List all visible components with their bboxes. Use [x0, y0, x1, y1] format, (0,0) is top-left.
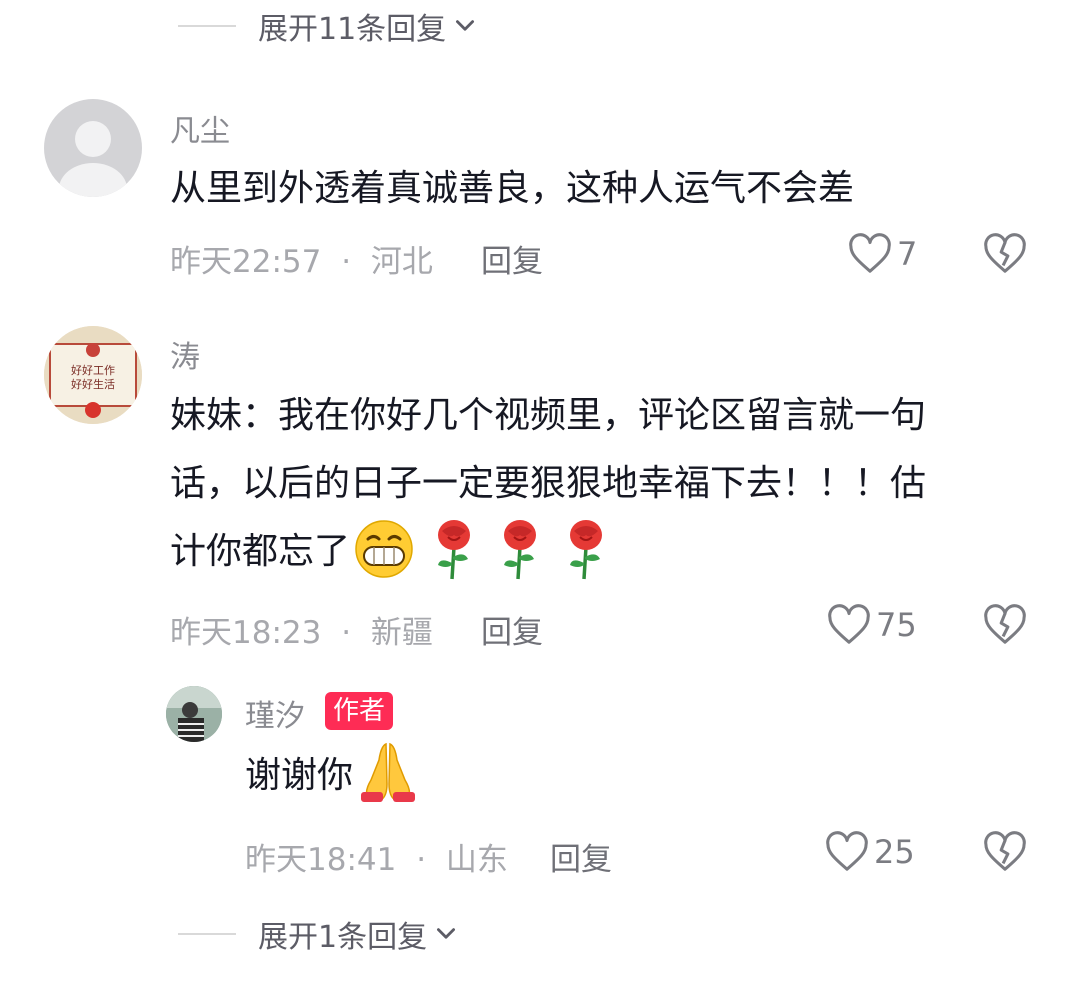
expand-replies-bottom[interactable]: 展开1条回复	[178, 912, 459, 956]
reply-button[interactable]: 回复	[550, 834, 612, 879]
like-button[interactable]: 75	[826, 604, 917, 646]
rose-emoji	[438, 520, 471, 580]
comment-text: 从里到外透着真诚善良，这种人运气不会差	[170, 168, 855, 209]
reply-button[interactable]: 回复	[481, 236, 543, 281]
meta-separator: ·	[341, 244, 352, 280]
comment-text-line: 话，以后的日子一定要狠狠地幸福下去！！！估	[170, 463, 927, 504]
heart-icon	[828, 604, 870, 644]
avatar-image	[166, 686, 222, 742]
avatar-text-line-1: 好好工作	[71, 363, 115, 377]
like-button[interactable]: 25	[824, 831, 915, 873]
username[interactable]: 凡尘	[170, 106, 230, 150]
reply-text: 谢谢你	[245, 742, 421, 810]
comment-text-segment: 计你都忘了	[170, 531, 351, 572]
praying-hands-emoji	[361, 742, 416, 802]
comment-text-line: 计你都忘了	[170, 518, 1050, 586]
avatar-image: 好好工作 好好生活	[44, 326, 142, 424]
expand-replies-label: 展开1条回复	[258, 920, 428, 955]
like-button[interactable]: 7	[847, 233, 917, 275]
avatar-author[interactable]	[166, 686, 222, 742]
author-badge: 作者	[325, 692, 394, 730]
divider-line	[178, 25, 236, 27]
like-count: 75	[876, 606, 917, 644]
dislike-button[interactable]	[982, 233, 1028, 279]
username[interactable]: 涛	[170, 332, 200, 376]
reply-button[interactable]: 回复	[481, 607, 543, 652]
reply-meta: 昨天18:41 · 山东	[245, 834, 508, 879]
meta-separator: ·	[416, 842, 427, 878]
chevron-down-icon	[456, 20, 475, 31]
comment-text-line: 妹妹：我在你好几个视频里，评论区留言就一句	[170, 395, 927, 436]
reply-location: 山东	[445, 842, 508, 878]
comment-meta: 昨天22:57 · 河北	[170, 236, 433, 281]
avatar-text-line-2: 好好生活	[71, 377, 115, 391]
default-avatar-icon	[59, 121, 127, 197]
avatar-default[interactable]	[44, 99, 142, 197]
broken-heart-icon	[984, 831, 1026, 871]
broken-heart-icon	[984, 233, 1026, 273]
comment-time: 昨天18:23	[170, 615, 322, 651]
like-count: 7	[897, 235, 918, 273]
expand-replies-label: 展开11条回复	[258, 12, 447, 47]
avatar-tao[interactable]: 好好工作 好好生活	[44, 326, 142, 424]
rose-emoji	[504, 520, 537, 580]
heart-icon	[849, 233, 891, 273]
meta-separator: ·	[341, 615, 352, 651]
comment-location: 新疆	[370, 615, 433, 651]
comment-meta: 昨天18:23 · 新疆	[170, 607, 433, 652]
chevron-down-icon	[437, 928, 456, 939]
username[interactable]: 瑾汐	[245, 691, 305, 735]
comment-location: 河北	[370, 244, 433, 280]
dislike-button[interactable]	[982, 831, 1028, 877]
grinning-emoji	[355, 520, 413, 578]
broken-heart-icon	[984, 604, 1026, 644]
reply-time: 昨天18:41	[245, 842, 397, 878]
comment-time: 昨天22:57	[170, 244, 322, 280]
comment-text: 妹妹：我在你好几个视频里，评论区留言就一句 话，以后的日子一定要狠狠地幸福下去！…	[170, 382, 1050, 586]
expand-replies-top[interactable]: 展开11条回复	[178, 4, 478, 48]
dislike-button[interactable]	[982, 604, 1028, 650]
like-count: 25	[874, 833, 915, 871]
reply-text-segment: 谢谢你	[245, 755, 354, 796]
heart-icon	[826, 831, 868, 871]
rose-emoji	[570, 520, 603, 580]
divider-line	[178, 933, 236, 935]
